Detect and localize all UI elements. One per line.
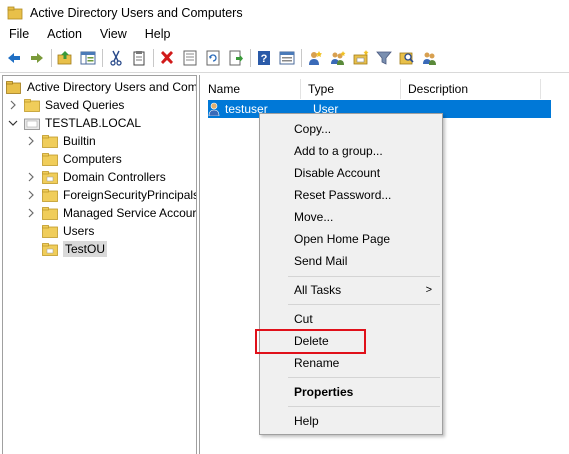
folder-icon: [24, 98, 40, 112]
menu-item-copy[interactable]: Copy...: [260, 118, 442, 140]
menu-item-label: All Tasks: [294, 283, 342, 297]
tree-item-label: Domain Controllers: [63, 170, 166, 184]
ad-users-computers-app-icon: [7, 6, 23, 19]
context-menu: Copy... Add to a group... Disable Accoun…: [259, 113, 443, 435]
tree-item-computers[interactable]: Computers: [25, 150, 122, 168]
console-tree-pane[interactable]: Active Directory Users and Com Saved Que…: [2, 75, 197, 454]
column-header-description[interactable]: Description: [408, 79, 468, 99]
menu-item-help[interactable]: Help: [260, 410, 442, 432]
folder-icon: [42, 206, 58, 220]
menu-item-send-mail[interactable]: Send Mail: [260, 250, 442, 272]
tree-item-saved-queries[interactable]: Saved Queries: [7, 96, 124, 114]
refresh-icon[interactable]: [203, 48, 223, 68]
console-tree-icon[interactable]: [277, 48, 297, 68]
title-bar: Active Directory Users and Computers: [0, 0, 569, 25]
expand-chevron-icon[interactable]: [25, 207, 37, 219]
up-folder-icon[interactable]: [55, 48, 75, 68]
show-tree-icon[interactable]: [78, 48, 98, 68]
toolbar-divider: [0, 72, 569, 73]
filter-icon[interactable]: [374, 48, 394, 68]
menu-item-add-to-group[interactable]: Add to a group...: [260, 140, 442, 162]
find-icon[interactable]: [397, 48, 417, 68]
menu-item-disable-account[interactable]: Disable Account: [260, 162, 442, 184]
cut-icon[interactable]: [106, 48, 126, 68]
tree-item-label: Managed Service Accour: [63, 206, 197, 220]
back-icon[interactable]: [4, 48, 24, 68]
expand-chevron-icon[interactable]: [25, 171, 37, 183]
properties-icon[interactable]: [180, 48, 200, 68]
toolbar: ?: [0, 44, 569, 72]
collapse-chevron-icon[interactable]: [7, 117, 19, 129]
menu-separator: [288, 406, 440, 407]
menu-item-rename[interactable]: Rename: [260, 352, 442, 374]
tree-item-managed-service-accounts[interactable]: Managed Service Accour: [25, 204, 196, 222]
menu-item-move[interactable]: Move...: [260, 206, 442, 228]
menu-separator: [288, 377, 440, 378]
user-icon: [208, 102, 220, 116]
tree-item-label: ForeignSecurityPrincipals: [63, 188, 197, 202]
svg-text:?: ?: [261, 53, 268, 65]
menu-item-all-tasks[interactable]: All Tasks >: [260, 279, 442, 301]
tree-root[interactable]: Active Directory Users and Com: [6, 78, 197, 96]
menu-view[interactable]: View: [91, 27, 136, 41]
folder-icon: [42, 134, 58, 148]
tree-item-testou[interactable]: TestOU: [25, 240, 108, 258]
ou-folder-icon: [42, 242, 58, 256]
toolbar-separator: [102, 49, 103, 67]
copy-icon[interactable]: [129, 48, 149, 68]
tree-item-label: Saved Queries: [45, 98, 125, 112]
column-header-type[interactable]: Type: [308, 79, 334, 99]
column-header-name[interactable]: Name: [208, 79, 240, 99]
menu-separator: [288, 304, 440, 305]
toolbar-separator: [153, 49, 154, 67]
toolbar-separator: [250, 49, 251, 67]
tree-item-label: TestOU: [63, 241, 108, 257]
tree-item-foreign-security-principals[interactable]: ForeignSecurityPrincipals: [25, 186, 197, 204]
tree-item-testlab-local[interactable]: TESTLAB.LOCAL: [7, 114, 141, 132]
delete-highlight-annotation: [255, 329, 366, 354]
folder-icon: [42, 152, 58, 166]
ad-root-icon: [6, 80, 21, 94]
window-title: Active Directory Users and Computers: [30, 5, 243, 20]
menu-separator: [288, 276, 440, 277]
expand-chevron-icon[interactable]: [25, 189, 37, 201]
menu-help[interactable]: Help: [136, 27, 180, 41]
expand-chevron-icon[interactable]: [7, 99, 19, 111]
menu-item-open-home-page[interactable]: Open Home Page: [260, 228, 442, 250]
toolbar-separator: [51, 49, 52, 67]
menu-file[interactable]: File: [0, 27, 38, 41]
menu-item-cut[interactable]: Cut: [260, 308, 442, 330]
tree-item-users[interactable]: Users: [25, 222, 94, 240]
tree-root-label: Active Directory Users and Com: [27, 80, 197, 94]
tree-item-label: TESTLAB.LOCAL: [45, 116, 142, 130]
column-divider[interactable]: [540, 79, 541, 99]
export-list-icon[interactable]: [226, 48, 246, 68]
menu-bar: File Action View Help: [0, 25, 569, 43]
submenu-arrow-icon: >: [425, 284, 432, 296]
folder-icon: [42, 188, 58, 202]
delete-icon[interactable]: [157, 48, 177, 68]
menu-item-reset-password[interactable]: Reset Password...: [260, 184, 442, 206]
tree-item-label: Builtin: [63, 134, 96, 148]
new-ou-icon[interactable]: [351, 48, 371, 68]
expand-chevron-icon[interactable]: [25, 135, 37, 147]
forward-icon[interactable]: [27, 48, 47, 68]
menu-action[interactable]: Action: [38, 27, 91, 41]
tree-item-label: Users: [63, 224, 95, 238]
column-divider[interactable]: [400, 79, 401, 99]
ou-folder-icon: [42, 170, 58, 184]
new-group-icon[interactable]: [328, 48, 348, 68]
tree-item-label: Computers: [63, 152, 122, 166]
tree-item-domain-controllers[interactable]: Domain Controllers: [25, 168, 166, 186]
folder-icon: [42, 224, 58, 238]
add-to-group-icon[interactable]: [420, 48, 440, 68]
tree-item-builtin[interactable]: Builtin: [25, 132, 96, 150]
column-divider[interactable]: [300, 79, 301, 99]
toolbar-separator: [301, 49, 302, 67]
menu-item-properties[interactable]: Properties: [260, 381, 442, 403]
new-user-icon[interactable]: [305, 48, 325, 68]
help-icon[interactable]: ?: [254, 48, 274, 68]
domain-icon: [24, 118, 40, 130]
